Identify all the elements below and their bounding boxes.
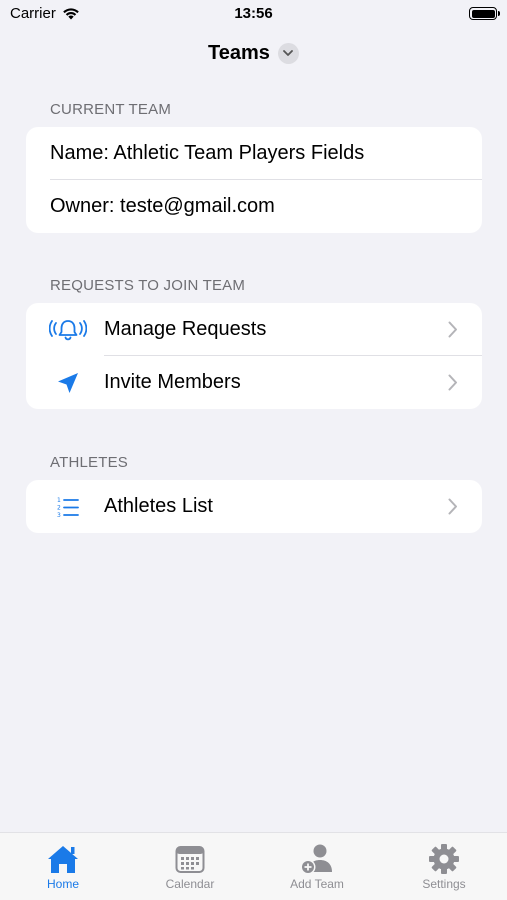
tab-label-home: Home (46, 877, 79, 891)
athletes-list-label: Athletes List (104, 495, 213, 517)
tab-label-settings: Settings (422, 877, 466, 891)
tab-bar: Home Calendar Add Team Settings (0, 832, 507, 900)
section-header-current-team: CURRENT TEAM (50, 101, 172, 118)
manage-requests-row[interactable]: Manage Requests (26, 303, 482, 356)
manage-requests-label: Manage Requests (104, 318, 267, 340)
house-icon (46, 843, 80, 875)
invite-members-row[interactable]: Invite Members (26, 356, 482, 409)
status-time: 13:56 (234, 5, 273, 22)
calendar-icon (175, 843, 205, 875)
athletes-card: 1 2 3 Athletes List (26, 480, 482, 533)
svg-text:1: 1 (57, 497, 61, 504)
paperplane-icon (48, 356, 88, 409)
athletes-list-row[interactable]: 1 2 3 Athletes List (26, 480, 482, 533)
invite-members-label: Invite Members (104, 371, 241, 393)
tab-label-add-team: Add Team (290, 877, 344, 891)
add-person-icon (300, 843, 334, 875)
status-bar: Carrier 13:56 (0, 0, 507, 28)
requests-card: Manage Requests Invite Members (26, 303, 482, 409)
svg-text:2: 2 (57, 504, 61, 511)
tab-label-calendar: Calendar (165, 877, 215, 891)
tab-settings[interactable]: Settings (381, 833, 507, 900)
chevron-down-icon[interactable] (277, 42, 299, 64)
nav-title-menu[interactable]: Teams (0, 40, 507, 66)
current-team-card: Name: Athletic Team Players Fields Owner… (26, 127, 482, 233)
tab-calendar[interactable]: Calendar (127, 833, 253, 900)
section-header-requests: REQUESTS TO JOIN TEAM (50, 277, 246, 294)
chevron-right-icon (448, 321, 457, 338)
chevron-right-icon (448, 498, 457, 515)
team-name-row: Name: Athletic Team Players Fields (26, 127, 482, 180)
page-title: Teams (208, 41, 270, 64)
section-header-athletes: ATHLETES (50, 454, 129, 471)
gear-icon (428, 843, 460, 875)
svg-text:3: 3 (57, 512, 61, 518)
list-icon: 1 2 3 (48, 480, 88, 533)
tab-home[interactable]: Home (0, 833, 126, 900)
chevron-right-icon (448, 374, 457, 391)
team-owner-text: Owner: teste@gmail.com (50, 195, 275, 217)
bell-icon (48, 303, 88, 356)
tab-add-team[interactable]: Add Team (254, 833, 380, 900)
team-owner-row: Owner: teste@gmail.com (26, 180, 482, 233)
team-name-text: Name: Athletic Team Players Fields (50, 142, 365, 164)
battery-icon (469, 7, 500, 20)
